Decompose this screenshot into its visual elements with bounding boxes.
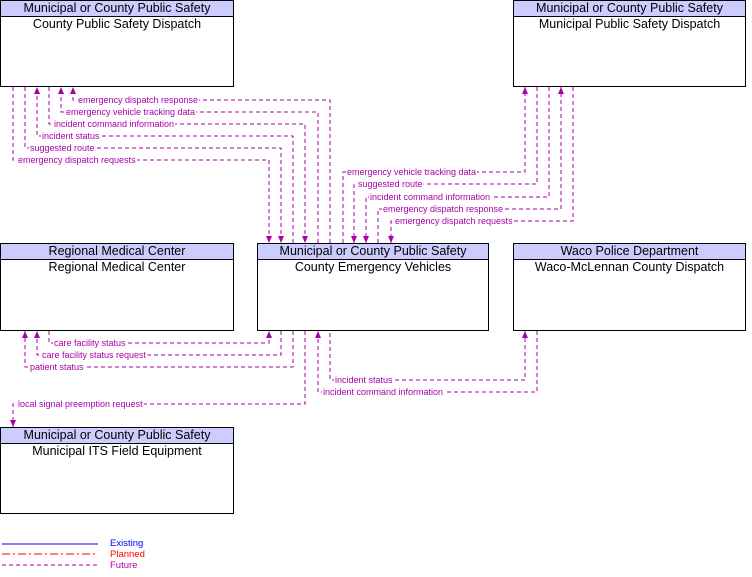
flow-label[interactable]: suggested route	[30, 143, 95, 153]
flow-label[interactable]: patient status	[30, 362, 84, 372]
flow-label[interactable]: incident command information	[54, 119, 174, 129]
arrowhead-icon	[522, 87, 528, 94]
arrowhead-icon	[315, 331, 321, 338]
arrowhead-icon	[58, 87, 64, 94]
flow-label[interactable]: incident status	[42, 131, 100, 141]
arrowhead-icon	[266, 236, 272, 243]
flow-label[interactable]: suggested route	[358, 179, 423, 189]
arrowhead-icon	[34, 331, 40, 338]
arrowhead-icon	[558, 87, 564, 94]
arrowhead-icon	[388, 236, 394, 243]
flow-label[interactable]: emergency dispatch requests	[18, 155, 136, 165]
arrowhead-icon	[278, 236, 284, 243]
arrowhead-icon	[302, 236, 308, 243]
flow-diagram: emergency dispatch response emergency veh…	[2, 87, 574, 566]
flow-label[interactable]: incident command information	[323, 387, 443, 397]
flow-label[interactable]: incident command information	[370, 192, 490, 202]
arrowhead-icon	[10, 420, 16, 427]
flow-label[interactable]: care facility status	[54, 338, 126, 348]
flow-label[interactable]: care facility status request	[42, 350, 147, 360]
arrowhead-icon	[70, 87, 76, 94]
arrowhead-icon	[22, 331, 28, 338]
flow-label[interactable]: emergency dispatch response	[78, 95, 198, 105]
legend-existing-label: Existing	[110, 538, 144, 549]
arrowhead-icon	[522, 331, 528, 338]
flow-label[interactable]: emergency dispatch response	[383, 204, 503, 214]
arrowhead-icon	[363, 236, 369, 243]
flow-label[interactable]: emergency vehicle tracking data	[347, 167, 476, 177]
legend-planned-label: Planned	[110, 549, 145, 560]
legend-future-label: Future	[110, 560, 138, 571]
arrowhead-icon	[266, 331, 272, 338]
arrowhead-icon	[351, 236, 357, 243]
flow-line[interactable]	[329, 331, 526, 381]
arrowhead-icon	[34, 87, 40, 94]
flow-label[interactable]: local signal preemption request	[18, 399, 143, 409]
flow-label[interactable]: incident status	[335, 375, 393, 385]
flow-label[interactable]: emergency dispatch requests	[395, 216, 513, 226]
flow-label[interactable]: emergency vehicle tracking data	[66, 107, 195, 117]
